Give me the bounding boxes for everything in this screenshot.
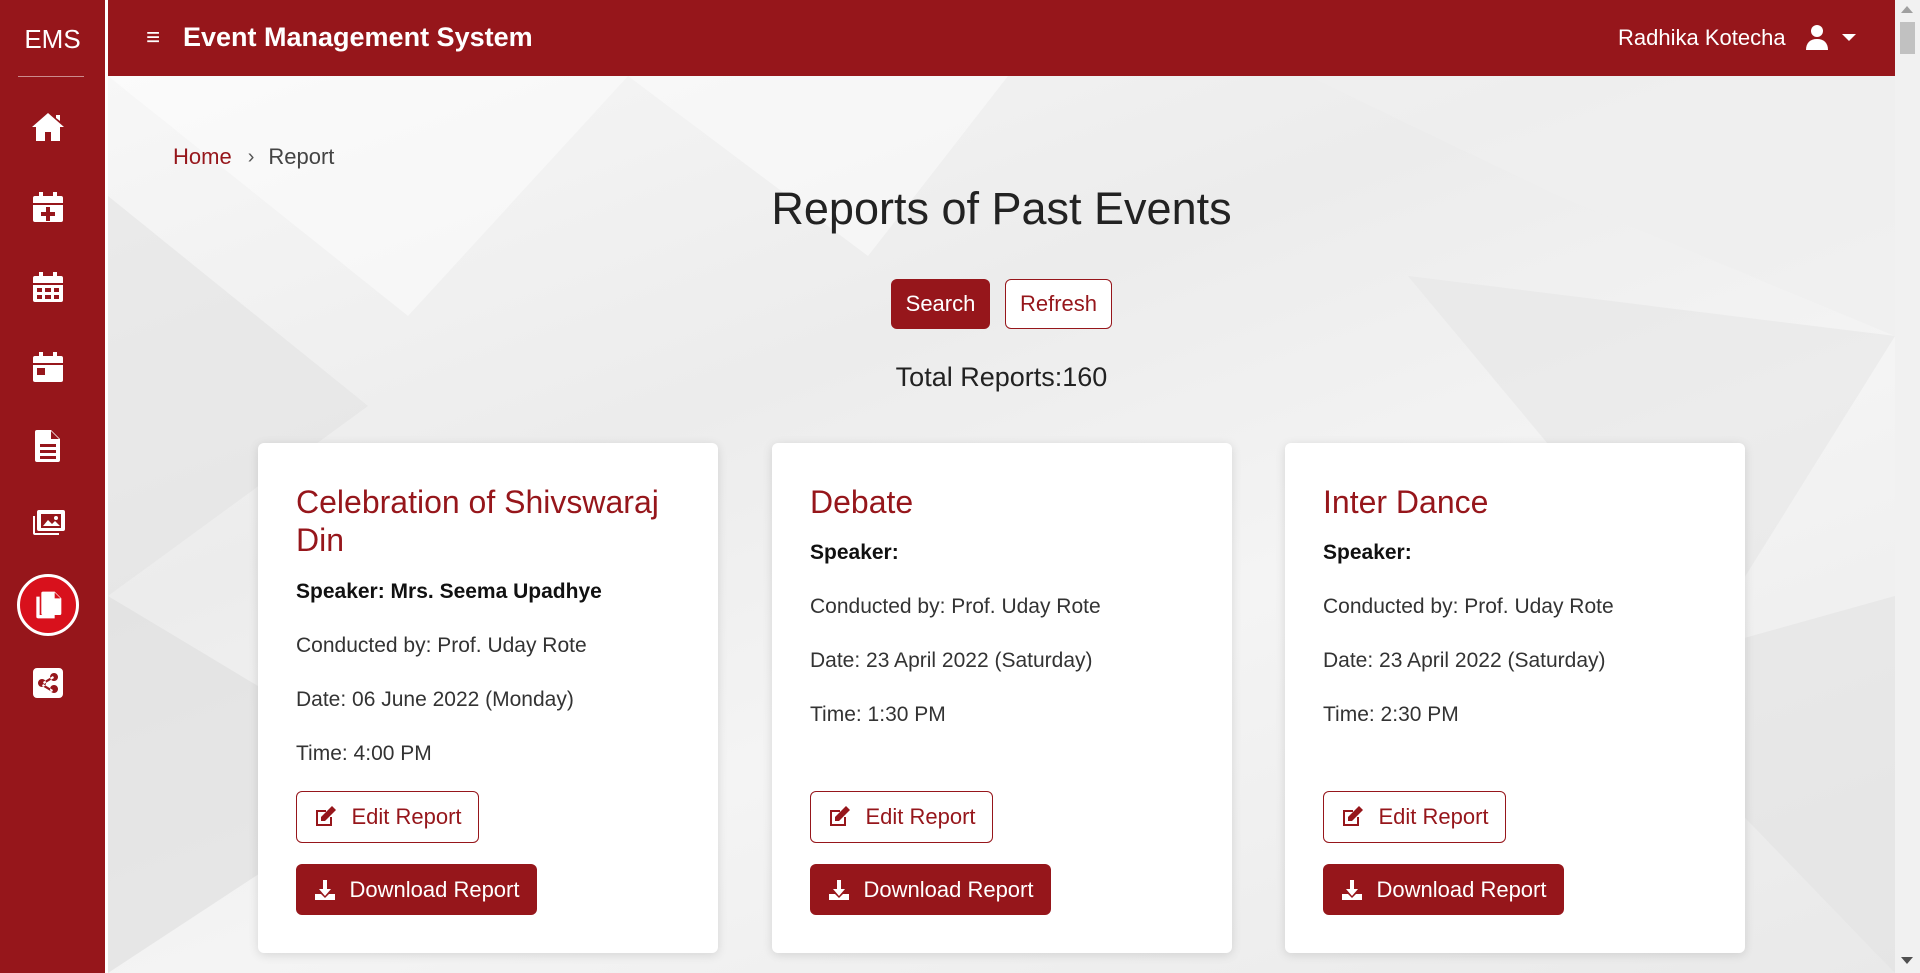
scrollbar-thumb[interactable] — [1900, 22, 1915, 54]
event-title: Inter Dance — [1323, 484, 1489, 520]
home-icon — [32, 113, 64, 141]
scroll-up-arrow-icon[interactable] — [1901, 6, 1913, 13]
download-icon — [314, 879, 335, 900]
sidebar-item-calendar[interactable] — [18, 257, 78, 317]
search-button[interactable]: Search — [891, 279, 990, 329]
event-conducted-by: Conducted by: Prof. Uday Rote — [296, 634, 587, 657]
brand-divider — [18, 76, 84, 77]
event-date: Date: 23 April 2022 (Saturday) — [810, 649, 1093, 672]
sidebar-item-home[interactable] — [18, 97, 78, 157]
total-reports: Total Reports:160 — [108, 362, 1895, 393]
document-icon — [35, 430, 60, 462]
event-conducted-by: Conducted by: Prof. Uday Rote — [810, 595, 1101, 618]
sidebar-item-gallery[interactable] — [18, 494, 78, 554]
event-title: Celebration of Shivswaraj Din — [296, 484, 659, 558]
report-card: Celebration of Shivswaraj Din Speaker: M… — [258, 443, 718, 953]
edit-report-button[interactable]: Edit Report — [810, 791, 993, 843]
sidebar-item-add-event[interactable] — [18, 177, 78, 237]
share-icon — [33, 668, 63, 698]
chevron-down-icon — [1842, 33, 1856, 41]
sidebar-divider — [105, 0, 108, 973]
scroll-down-arrow-icon[interactable] — [1901, 957, 1913, 964]
download-report-label: Download Report — [349, 876, 520, 902]
download-icon — [828, 879, 849, 900]
total-reports-label: Total Reports: — [895, 362, 1063, 392]
event-speaker: Speaker: Mrs. Seema Upadhye — [296, 580, 602, 603]
breadcrumb: Home › Report — [173, 144, 334, 170]
edit-report-label: Edit Report — [865, 804, 976, 829]
brand-logo[interactable]: EMS — [0, 0, 105, 78]
report-card: Inter Dance Speaker: Conducted by: Prof.… — [1285, 443, 1745, 953]
download-report-button[interactable]: Download Report — [296, 864, 537, 915]
event-time: Time: 1:30 PM — [810, 703, 946, 726]
calendar-plus-icon — [33, 192, 63, 222]
breadcrumb-home-link[interactable]: Home — [173, 144, 232, 170]
event-time: Time: 4:00 PM — [296, 742, 432, 765]
user-icon — [1806, 25, 1828, 50]
sidebar-item-events-day[interactable] — [18, 337, 78, 397]
event-speaker: Speaker: — [1323, 541, 1412, 564]
edit-report-button[interactable]: Edit Report — [296, 791, 479, 843]
page-title: Reports of Past Events — [771, 183, 1232, 234]
breadcrumb-current: Report — [268, 144, 335, 169]
sidebar-item-documents[interactable] — [18, 416, 78, 476]
download-report-label: Download Report — [1376, 876, 1547, 902]
images-icon — [33, 510, 65, 535]
download-report-button[interactable]: Download Report — [810, 864, 1051, 915]
edit-icon — [316, 806, 337, 826]
sidebar: EMS — [0, 0, 105, 973]
sidebar-item-reports[interactable] — [17, 574, 79, 636]
refresh-button[interactable]: Refresh — [1005, 279, 1112, 329]
app-title[interactable]: Event Management System — [183, 22, 533, 53]
chevron-right-icon: › — [247, 145, 255, 168]
user-name: Radhika Kotecha — [1618, 25, 1786, 50]
edit-report-label: Edit Report — [1378, 804, 1489, 829]
top-navbar: ≡ Event Management System Radhika Kotech… — [108, 0, 1895, 76]
edit-icon — [830, 806, 851, 826]
download-icon — [1341, 879, 1362, 900]
calendar-grid-icon — [33, 272, 63, 302]
page-scrollbar[interactable] — [1895, 0, 1920, 973]
download-report-label: Download Report — [863, 876, 1034, 902]
event-date: Date: 23 April 2022 (Saturday) — [1323, 649, 1606, 672]
event-conducted-by: Conducted by: Prof. Uday Rote — [1323, 595, 1614, 618]
menu-toggle-icon[interactable]: ≡ — [146, 24, 160, 52]
event-time: Time: 2:30 PM — [1323, 703, 1459, 726]
calendar-day-icon — [33, 352, 63, 382]
sidebar-item-share[interactable] — [18, 653, 78, 713]
event-speaker: Speaker: — [810, 541, 899, 564]
user-menu-dropdown[interactable] — [1806, 24, 1856, 50]
event-date: Date: 06 June 2022 (Monday) — [296, 688, 574, 711]
edit-icon — [1343, 806, 1364, 826]
copy-icon — [36, 591, 62, 619]
report-card: Debate Speaker: Conducted by: Prof. Uday… — [772, 443, 1232, 953]
edit-report-label: Edit Report — [351, 804, 462, 829]
event-title: Debate — [810, 484, 914, 520]
download-report-button[interactable]: Download Report — [1323, 864, 1564, 915]
total-reports-count: 160 — [1062, 362, 1108, 392]
edit-report-button[interactable]: Edit Report — [1323, 791, 1506, 843]
